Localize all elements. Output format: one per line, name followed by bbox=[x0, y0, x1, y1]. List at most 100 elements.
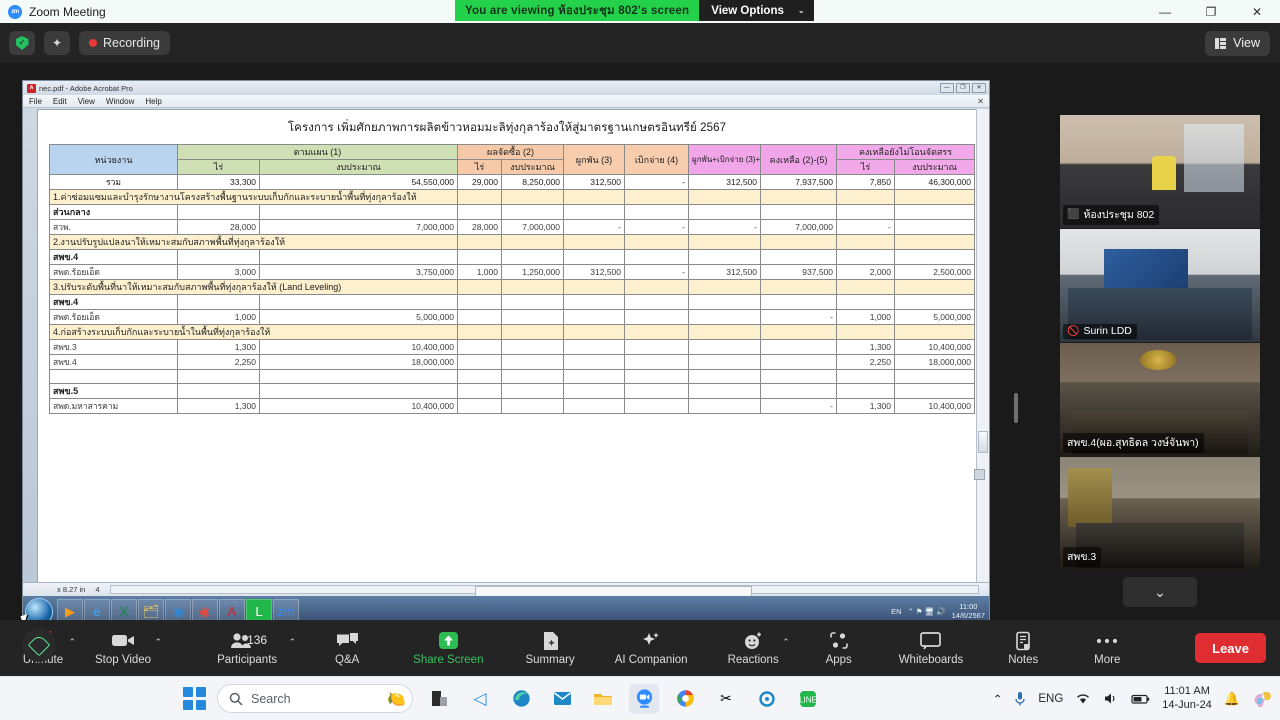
thumbnail-scroll-down-button[interactable]: ⌄ bbox=[1123, 577, 1197, 607]
taskbar-snipping-tool-icon[interactable]: ✂ bbox=[711, 684, 741, 714]
thumbnail-participant-2[interactable]: 🚫 Surin LDD bbox=[1060, 229, 1260, 342]
notes-button[interactable]: Notes bbox=[994, 630, 1052, 666]
acrobat-restore-button[interactable]: ❐ bbox=[956, 83, 970, 93]
taskbar-vscode-icon[interactable]: ◁ bbox=[465, 684, 495, 714]
participants-caret-icon[interactable]: ⌃ bbox=[289, 637, 297, 648]
menu-help[interactable]: Help bbox=[145, 97, 161, 106]
participant-thumbnail-strip[interactable]: ⬛ ห้องประชุม 802 🚫 Surin LDD สพข.4(ผอ.สุ… bbox=[1040, 63, 1280, 620]
recording-indicator[interactable]: Recording bbox=[79, 31, 170, 55]
ai-sparkle-button[interactable]: ✦ bbox=[44, 31, 70, 55]
leave-meeting-button[interactable]: Leave bbox=[1195, 633, 1266, 663]
taskbar-zoom-icon[interactable] bbox=[629, 683, 659, 714]
pdf-vertical-scrollbar[interactable] bbox=[976, 109, 989, 582]
view-options-button[interactable]: View Options ⌄ bbox=[699, 0, 814, 21]
menu-edit[interactable]: Edit bbox=[53, 97, 67, 106]
ai-companion-button[interactable]: AI Companion bbox=[608, 630, 695, 666]
group-empty-cell bbox=[894, 369, 976, 384]
video-options-caret-icon[interactable]: ⌃ bbox=[155, 637, 163, 648]
notification-bell-icon[interactable]: 🔔 bbox=[1224, 691, 1240, 707]
thumbnail-participant-3[interactable]: สพข.4(ผอ.สุทธิดล วงษ์จันพา) bbox=[1060, 343, 1260, 456]
cell-obligation: - bbox=[563, 219, 626, 235]
row-label: สพด.ร้อยเอ็ด bbox=[49, 309, 178, 325]
reactions-button[interactable]: Reactions ⌃ bbox=[721, 630, 790, 666]
acrobat-close-button[interactable]: ✕ bbox=[972, 83, 986, 93]
remote-language-indicator[interactable]: EN bbox=[891, 607, 901, 616]
summary-button[interactable]: Summary bbox=[518, 630, 581, 666]
group-empty-cell bbox=[500, 249, 565, 265]
thumbnail-participant-4[interactable]: สพข.3 bbox=[1060, 457, 1260, 570]
share-screen-button[interactable]: Share Screen bbox=[406, 630, 490, 666]
pdf-file-icon: A bbox=[27, 83, 36, 93]
start-button-icon[interactable] bbox=[183, 687, 206, 710]
taskbar-clock[interactable]: 11:01 AM 14-Jun-24 bbox=[1162, 685, 1212, 713]
participants-button[interactable]: Participants 136 ⌃ bbox=[210, 630, 296, 666]
section-label: 2.งานปรับรูปแปลงนาให้เหมาะสมกับสภาพพื้นท… bbox=[49, 234, 458, 250]
pdf-horizontal-scrollbar[interactable] bbox=[109, 585, 979, 627]
participants-count: 136 bbox=[247, 633, 268, 647]
section-empty-cell bbox=[894, 279, 976, 295]
section-empty-cell bbox=[836, 234, 896, 250]
apps-button[interactable]: Apps bbox=[810, 630, 868, 666]
taskbar-file-explorer-icon[interactable] bbox=[588, 684, 618, 714]
cell-obligation bbox=[563, 309, 626, 325]
tray-expand-icon[interactable]: ⌃ bbox=[993, 692, 1003, 706]
thumbnail-participant-1[interactable]: ⬛ ห้องประชุม 802 bbox=[1060, 115, 1260, 228]
section-empty-cell bbox=[563, 279, 626, 295]
qa-button[interactable]: Q&A bbox=[318, 630, 376, 666]
copilot-icon[interactable] bbox=[1252, 689, 1272, 709]
taskbar-app-dark-icon[interactable] bbox=[424, 684, 454, 714]
taskbar-mail-icon[interactable] bbox=[547, 684, 577, 714]
acrobat-minimize-button[interactable]: — bbox=[940, 83, 954, 93]
more-button[interactable]: More bbox=[1078, 630, 1136, 666]
thumbnail-label-1: ⬛ ห้องประชุม 802 bbox=[1063, 205, 1160, 225]
shared-screen-viewport[interactable]: A nec.pdf - Adobe Acrobat Pro — ❐ ✕ File… bbox=[0, 63, 1040, 662]
taskbar-line-icon[interactable]: LINE bbox=[793, 684, 823, 714]
menu-window[interactable]: Window bbox=[106, 97, 134, 106]
section-empty-cell bbox=[760, 279, 838, 295]
participant-name-3: สพข.4(ผอ.สุทธิดล วงษ์จันพา) bbox=[1067, 437, 1199, 449]
taskbar-settings-icon[interactable] bbox=[752, 684, 782, 714]
document-close-icon[interactable]: ✕ bbox=[977, 97, 984, 106]
remote-tray-icons[interactable]: ⌃ ⚑ 🖥 🔊 bbox=[908, 607, 946, 616]
whiteboards-button[interactable]: Whiteboards bbox=[892, 630, 971, 666]
group-empty-cell bbox=[760, 294, 838, 310]
restore-button[interactable]: ❐ bbox=[1188, 0, 1234, 23]
audio-options-caret-icon[interactable]: ⌃ bbox=[68, 637, 76, 648]
wifi-icon[interactable] bbox=[1075, 692, 1091, 705]
group-empty-cell bbox=[457, 369, 502, 384]
taskbar-edge-icon[interactable] bbox=[506, 684, 536, 714]
cell-obligation bbox=[563, 339, 626, 355]
remote-desktop[interactable]: A nec.pdf - Adobe Acrobat Pro — ❐ ✕ File… bbox=[22, 80, 990, 628]
group-empty-cell bbox=[894, 383, 976, 399]
row-label: รวม bbox=[49, 174, 178, 190]
group-empty-cell bbox=[500, 294, 565, 310]
panel-drag-handle[interactable] bbox=[1014, 393, 1018, 423]
windows-taskbar: Search 🍋 ◁ ✂ LINE ⌃ ENG 11:01 AM 14-Jun-… bbox=[0, 676, 1280, 720]
stop-video-button[interactable]: Stop Video ⌃ bbox=[88, 630, 162, 666]
page-size-label: x 8.27 in bbox=[57, 585, 86, 594]
pdf-page[interactable]: โครงการ เพิ่มศักยภาพการผลิตข้าวหอมมะลิทุ… bbox=[37, 109, 977, 627]
cell-plan-budget: 5,000,000 bbox=[259, 309, 458, 325]
minimize-button[interactable]: — bbox=[1142, 0, 1188, 23]
window-controls: — ❐ ✕ bbox=[1142, 0, 1280, 23]
section-empty-cell bbox=[894, 234, 976, 250]
security-shield-button[interactable] bbox=[9, 31, 35, 55]
cell-disbursed bbox=[624, 339, 690, 355]
taskbar-search-box[interactable]: Search 🍋 bbox=[217, 684, 413, 713]
participant-name-4: สพข.3 bbox=[1067, 551, 1097, 563]
annotation-pen-button[interactable] bbox=[22, 628, 56, 662]
view-layout-button[interactable]: View bbox=[1205, 30, 1270, 56]
pdf-vertical-scroll-thumb[interactable] bbox=[978, 430, 988, 453]
menu-file[interactable]: File bbox=[29, 97, 42, 106]
microphone-icon[interactable] bbox=[1014, 691, 1026, 707]
table-group-row: ส่วนกลาง bbox=[49, 204, 976, 220]
reactions-caret-icon[interactable]: ⌃ bbox=[782, 637, 790, 648]
cell-plan-rai: 33,300 bbox=[177, 174, 260, 190]
group-empty-cell bbox=[177, 204, 260, 220]
taskbar-chrome-icon[interactable] bbox=[670, 684, 700, 714]
battery-icon[interactable] bbox=[1131, 693, 1150, 705]
volume-icon[interactable] bbox=[1103, 692, 1119, 705]
close-button[interactable]: ✕ bbox=[1234, 0, 1280, 23]
menu-view[interactable]: View bbox=[78, 97, 95, 106]
language-indicator[interactable]: ENG bbox=[1038, 693, 1063, 705]
